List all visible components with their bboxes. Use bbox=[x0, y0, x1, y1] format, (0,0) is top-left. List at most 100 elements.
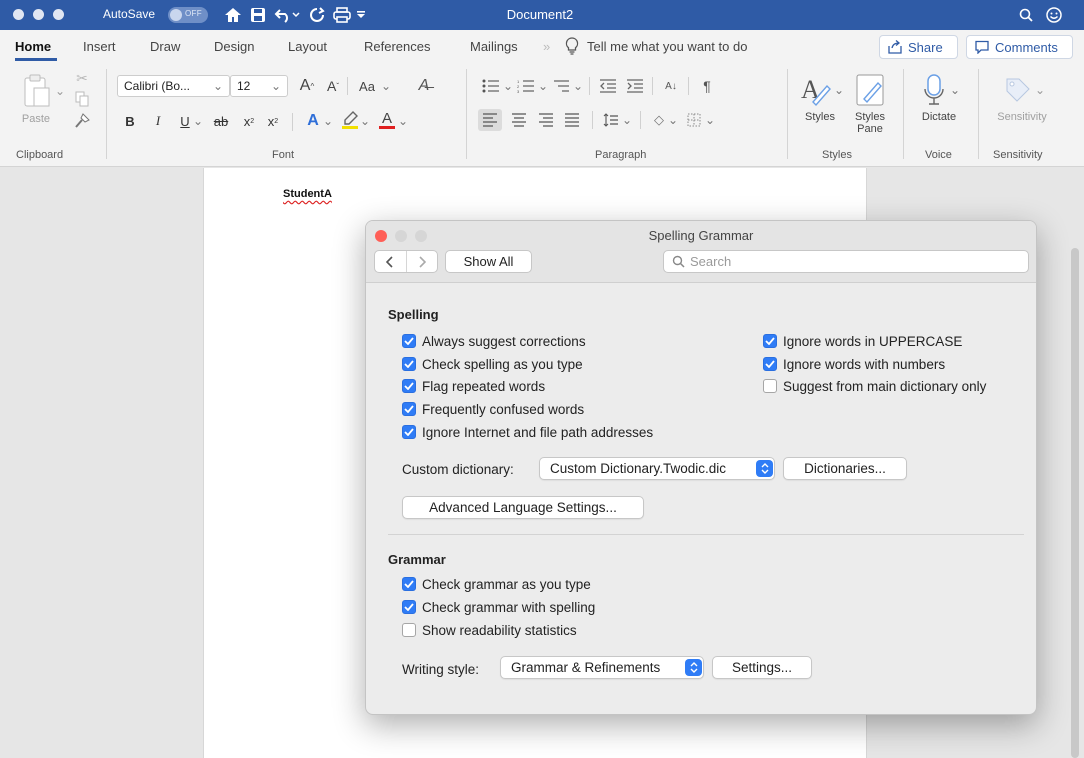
font-color-dropdown-icon[interactable]: ⌄ bbox=[398, 111, 408, 131]
redo-icon[interactable] bbox=[306, 3, 328, 27]
tab-references[interactable]: References bbox=[364, 39, 430, 54]
print-icon[interactable] bbox=[331, 3, 353, 27]
bullets-icon[interactable] bbox=[480, 75, 502, 97]
option-main-dictionary-only[interactable]: Suggest from main dictionary only bbox=[763, 377, 986, 395]
styles-pane-icon[interactable] bbox=[852, 71, 888, 109]
font-name-select[interactable]: Calibri (Bo... ⌄ bbox=[117, 75, 230, 97]
checkbox[interactable] bbox=[763, 357, 777, 371]
option-ignore-words-with-numbers[interactable]: Ignore words with numbers bbox=[763, 355, 945, 373]
font-size-select[interactable]: 12 ⌄ bbox=[230, 75, 288, 97]
highlight-dropdown-icon[interactable]: ⌄ bbox=[360, 111, 370, 131]
option-check-grammar-with-spelling[interactable]: Check grammar with spelling bbox=[402, 598, 595, 616]
underline-icon[interactable]: U bbox=[177, 111, 193, 131]
line-spacing-icon[interactable] bbox=[600, 109, 622, 131]
option-ignore-uppercase[interactable]: Ignore words in UPPERCASE bbox=[763, 332, 962, 350]
change-case-dropdown-icon[interactable]: ⌄ bbox=[381, 75, 391, 97]
tell-me-box[interactable]: Tell me what you want to do bbox=[565, 35, 747, 57]
option-check-spelling-as-you-type[interactable]: Check spelling as you type bbox=[402, 355, 583, 373]
autosave-toggle[interactable]: OFF bbox=[168, 7, 208, 23]
checkbox[interactable] bbox=[402, 600, 416, 614]
option-flag-repeated-words[interactable]: Flag repeated words bbox=[402, 377, 545, 395]
tab-design[interactable]: Design bbox=[214, 39, 254, 54]
show-formatting-marks-icon[interactable]: ¶ bbox=[698, 75, 716, 97]
borders-dropdown-icon[interactable]: ⌄ bbox=[705, 109, 715, 131]
align-left-icon[interactable] bbox=[478, 109, 502, 131]
numbering-icon[interactable]: 123 bbox=[515, 75, 537, 97]
tab-layout[interactable]: Layout bbox=[288, 39, 327, 54]
checkbox[interactable] bbox=[402, 577, 416, 591]
option-check-grammar-as-you-type[interactable]: Check grammar as you type bbox=[402, 575, 591, 593]
option-frequently-confused-words[interactable]: Frequently confused words bbox=[402, 400, 584, 418]
microphone-icon[interactable] bbox=[920, 71, 948, 109]
bold-icon[interactable]: B bbox=[122, 111, 138, 131]
shading-dropdown-icon[interactable]: ⌄ bbox=[668, 109, 678, 131]
undo-dropdown-icon[interactable] bbox=[290, 3, 302, 27]
borders-icon[interactable] bbox=[683, 109, 705, 131]
styles-dropdown-icon[interactable]: ⌄ bbox=[834, 83, 844, 97]
save-icon[interactable] bbox=[247, 3, 269, 27]
superscript-icon[interactable]: x2 bbox=[264, 111, 282, 131]
tab-home[interactable]: Home bbox=[15, 39, 51, 54]
line-spacing-dropdown-icon[interactable]: ⌄ bbox=[622, 109, 632, 131]
checkbox[interactable] bbox=[402, 379, 416, 393]
window-close-button[interactable] bbox=[13, 9, 24, 20]
align-center-icon[interactable] bbox=[508, 109, 530, 131]
paste-icon[interactable] bbox=[18, 73, 54, 111]
sort-icon[interactable]: A↓ bbox=[660, 75, 682, 97]
checkbox[interactable] bbox=[763, 379, 777, 393]
clear-formatting-icon[interactable]: A̶ bbox=[413, 75, 435, 97]
dictionaries-button[interactable]: Dictionaries... bbox=[783, 457, 907, 480]
checkbox[interactable] bbox=[402, 623, 416, 637]
font-color-icon[interactable]: A bbox=[378, 109, 396, 131]
subscript-icon[interactable]: x2 bbox=[240, 111, 258, 131]
grammar-settings-button[interactable]: Settings... bbox=[712, 656, 812, 679]
more-tabs-icon[interactable]: » bbox=[543, 39, 550, 54]
home-icon[interactable] bbox=[222, 3, 244, 27]
tab-insert[interactable]: Insert bbox=[83, 39, 116, 54]
sensitivity-dropdown-icon[interactable]: ⌄ bbox=[1035, 83, 1045, 97]
change-case-button[interactable]: Aa bbox=[355, 75, 379, 97]
customize-toolbar-icon[interactable] bbox=[354, 3, 368, 27]
shading-icon[interactable]: ◇ bbox=[648, 109, 670, 131]
search-icon[interactable] bbox=[1015, 3, 1037, 27]
custom-dictionary-select[interactable]: Custom Dictionary.Twodic.dic bbox=[539, 457, 775, 480]
tab-draw[interactable]: Draw bbox=[150, 39, 180, 54]
checkbox[interactable] bbox=[402, 357, 416, 371]
show-all-button[interactable]: Show All bbox=[445, 250, 532, 273]
increase-indent-icon[interactable] bbox=[624, 75, 646, 97]
align-right-icon[interactable] bbox=[535, 109, 557, 131]
tab-mailings[interactable]: Mailings bbox=[470, 39, 518, 54]
grow-font-icon[interactable]: A ^ bbox=[296, 75, 318, 97]
multilevel-dropdown-icon[interactable]: ⌄ bbox=[573, 75, 583, 97]
paste-dropdown-icon[interactable]: ⌄ bbox=[55, 84, 65, 98]
checkbox[interactable] bbox=[402, 402, 416, 416]
window-zoom-button[interactable] bbox=[53, 9, 64, 20]
decrease-indent-icon[interactable] bbox=[597, 75, 619, 97]
format-painter-icon[interactable] bbox=[72, 111, 92, 131]
window-minimize-button[interactable] bbox=[33, 9, 44, 20]
italic-icon[interactable]: I bbox=[150, 111, 166, 131]
option-ignore-internet-addresses[interactable]: Ignore Internet and file path addresses bbox=[402, 423, 653, 441]
justify-icon[interactable] bbox=[561, 109, 583, 131]
dictate-dropdown-icon[interactable]: ⌄ bbox=[950, 83, 960, 97]
text-effects-dropdown-icon[interactable]: ⌄ bbox=[323, 111, 333, 131]
option-show-readability-statistics[interactable]: Show readability statistics bbox=[402, 621, 577, 639]
writing-style-select[interactable]: Grammar & Refinements bbox=[500, 656, 704, 679]
search-field[interactable] bbox=[663, 250, 1029, 273]
option-always-suggest-corrections[interactable]: Always suggest corrections bbox=[402, 332, 586, 350]
underline-dropdown-icon[interactable]: ⌄ bbox=[193, 111, 203, 131]
cut-icon[interactable]: ✂ bbox=[72, 69, 92, 87]
smiley-feedback-icon[interactable] bbox=[1043, 3, 1065, 27]
comments-button[interactable]: Comments bbox=[966, 35, 1073, 59]
text-effects-icon[interactable]: A bbox=[303, 111, 323, 131]
back-button[interactable] bbox=[375, 251, 406, 272]
numbering-dropdown-icon[interactable]: ⌄ bbox=[538, 75, 548, 97]
copy-icon[interactable] bbox=[72, 90, 92, 108]
document-text[interactable]: StudentA bbox=[283, 188, 332, 200]
checkbox[interactable] bbox=[763, 334, 777, 348]
share-button[interactable]: Share bbox=[879, 35, 958, 59]
sensitivity-tag-icon[interactable] bbox=[1002, 71, 1032, 109]
styles-gallery-icon[interactable]: A bbox=[798, 71, 834, 109]
highlight-icon[interactable] bbox=[340, 109, 360, 131]
forward-button[interactable] bbox=[405, 251, 438, 272]
